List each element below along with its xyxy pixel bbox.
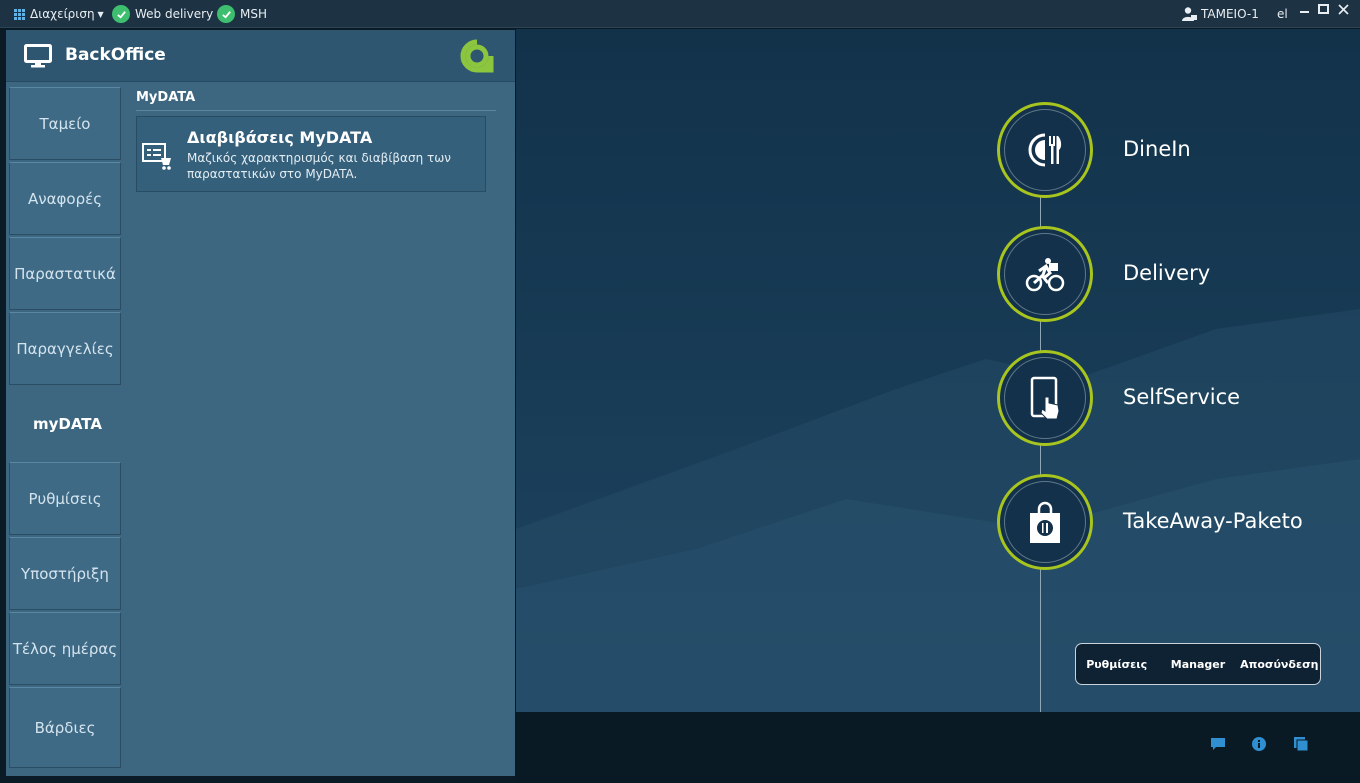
nav-item-shifts[interactable]: Βάρδιες: [9, 687, 121, 768]
backoffice-nav: Ταμείο Αναφορές Παραστατικά Παραγγελίες …: [6, 82, 129, 776]
check-icon: [112, 5, 130, 23]
mode-dinein-button[interactable]: [997, 102, 1093, 198]
mode-takeaway-label[interactable]: TakeAway-Paketo: [1123, 509, 1303, 533]
backoffice-panel: BackOffice Ταμείο Αναφορές Παραστατικά Π…: [6, 30, 515, 776]
bottom-toolbar: [516, 712, 1360, 783]
monitor-icon: [24, 44, 52, 68]
nav-item-reports[interactable]: Αναφορές: [9, 162, 121, 235]
nav-item-label: Υποστήριξη: [21, 564, 109, 583]
mode-selfservice-label[interactable]: SelfService: [1123, 385, 1240, 409]
user-label: TAMEIO-1: [1201, 7, 1259, 21]
nav-item-cashier[interactable]: Ταμείο: [9, 87, 121, 160]
nav-item-label: Βάρδιες: [34, 718, 96, 737]
mode-delivery-label[interactable]: Delivery: [1123, 261, 1210, 285]
admin-menu[interactable]: Διαχείριση ▼: [14, 0, 104, 28]
grid-icon: [14, 8, 25, 20]
mode-takeaway-button[interactable]: [997, 474, 1093, 570]
nav-item-orders[interactable]: Παραγγελίες: [9, 312, 121, 385]
mode-selfservice-button[interactable]: [997, 350, 1093, 446]
nav-item-label: Ρυθμίσεις: [28, 489, 102, 508]
language-selector[interactable]: el: [1277, 0, 1288, 28]
nav-item-label: Παραγγελίες: [16, 339, 114, 358]
info-icon[interactable]: [1251, 736, 1267, 752]
panel-title: BackOffice: [65, 45, 166, 65]
chat-icon[interactable]: [1210, 736, 1226, 752]
brand-logo-icon: [460, 39, 494, 73]
logout-button[interactable]: Αποσύνδεση: [1239, 644, 1320, 684]
user-indicator[interactable]: TAMEIO-1: [1181, 0, 1259, 28]
manager-button[interactable]: Manager: [1157, 644, 1238, 684]
card-title: Διαβιβάσεις MyDATA: [187, 128, 373, 147]
mountain-background: [516, 309, 1360, 712]
nav-item-label: myDATA: [33, 414, 102, 433]
settings-button[interactable]: Ρυθμίσεις: [1076, 644, 1157, 684]
nav-item-documents[interactable]: Παραστατικά: [9, 237, 121, 310]
status-msh[interactable]: MSH: [217, 0, 267, 28]
cyclist-icon: [1025, 258, 1065, 292]
nav-item-end-of-day[interactable]: Τέλος ημέρας: [9, 612, 121, 685]
session-button-group: Ρυθμίσεις Manager Αποσύνδεση: [1075, 643, 1321, 685]
nav-item-mydata[interactable]: myDATA: [6, 387, 129, 460]
status-web-delivery-label: Web delivery: [135, 7, 214, 21]
nav-item-support[interactable]: Υποστήριξη: [9, 537, 121, 610]
close-icon[interactable]: [1337, 4, 1350, 15]
windows-icon[interactable]: [1293, 736, 1309, 752]
nav-item-label: Αναφορές: [27, 189, 103, 208]
nav-item-label: Τέλος ημέρας: [12, 639, 118, 658]
maximize-icon[interactable]: [1317, 4, 1330, 15]
nav-item-label: Ταμείο: [39, 114, 91, 133]
cutlery-icon: [1028, 133, 1062, 167]
admin-menu-label: Διαχείριση: [30, 7, 95, 21]
status-msh-label: MSH: [240, 7, 267, 21]
user-icon: [1182, 7, 1197, 21]
mydata-section: MyDATA Διαβιβάσεις MyDATA Μαζικός χαρακτ…: [128, 82, 515, 776]
food-bag-icon: [1030, 501, 1060, 543]
status-web-delivery[interactable]: Web delivery: [112, 0, 213, 28]
invoice-transmit-icon: [142, 143, 171, 170]
panel-header: BackOffice: [6, 30, 515, 82]
minimize-icon[interactable]: [1298, 4, 1311, 15]
section-title: MyDATA: [136, 90, 196, 105]
nav-item-settings[interactable]: Ρυθμίσεις: [9, 462, 121, 535]
mode-selector-area: DineIn Delivery SelfService TakeAway-Pak…: [516, 29, 1360, 712]
mydata-transmissions-card[interactable]: Διαβιβάσεις MyDATA Μαζικός χαρακτηρισμός…: [136, 116, 486, 192]
check-icon: [217, 5, 235, 23]
section-divider: [136, 110, 496, 111]
mode-dinein-label[interactable]: DineIn: [1123, 137, 1191, 161]
touch-tablet-icon: [1030, 376, 1060, 420]
language-label: el: [1277, 7, 1288, 21]
nav-item-label: Παραστατικά: [14, 264, 116, 283]
chevron-down-icon: ▼: [97, 9, 104, 19]
title-bar: Διαχείριση ▼ Web delivery MSH TAMEIO-1 e…: [0, 0, 1360, 28]
mode-delivery-button[interactable]: [997, 226, 1093, 322]
card-description: Μαζικός χαρακτηρισμός και διαβίβαση των …: [187, 151, 451, 181]
